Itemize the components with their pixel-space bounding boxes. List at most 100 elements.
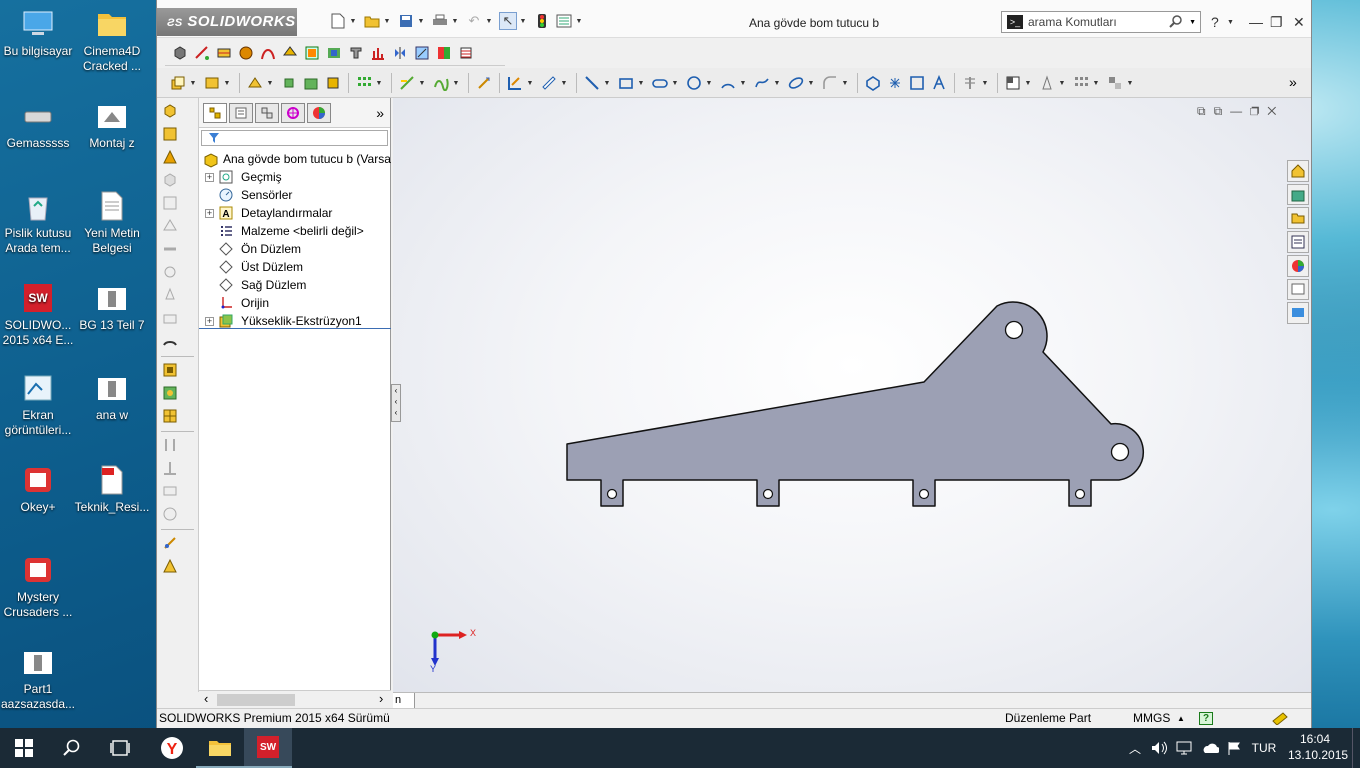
- chevron-down-icon[interactable]: ▼: [1058, 80, 1066, 87]
- onedrive-icon[interactable]: [1198, 728, 1222, 768]
- appearance-icon[interactable]: [237, 44, 255, 62]
- property-manager-tab[interactable]: [229, 102, 253, 123]
- search-icon[interactable]: [1169, 14, 1185, 31]
- solidworks-forum-icon[interactable]: [1287, 302, 1309, 325]
- expand-icon[interactable]: +: [205, 209, 214, 218]
- perspective-icon[interactable]: [162, 218, 180, 236]
- insert-part-icon[interactable]: [162, 437, 180, 455]
- render-icon[interactable]: [162, 535, 180, 553]
- linear-sketch-pattern-icon[interactable]: [1072, 74, 1090, 92]
- tab-hole[interactable]: [606, 488, 618, 500]
- panel-splitter-handle[interactable]: ‹ ‹ ‹: [391, 384, 401, 422]
- hidden-lines-icon[interactable]: [162, 172, 180, 190]
- viewport-window-controls[interactable]: ⧉⧉—❐✕: [1197, 104, 1284, 119]
- view-palette-icon[interactable]: [1287, 231, 1309, 253]
- sweep-icon[interactable]: [246, 74, 264, 92]
- tree-root[interactable]: Ana gövde bom tutucu b (Varsa: [199, 150, 391, 168]
- graphics-area[interactable]: X Y: [393, 98, 1311, 692]
- chevron-down-icon[interactable]: ▼: [739, 80, 747, 87]
- design-library-icon[interactable]: [1287, 183, 1309, 206]
- sketch-text-a-icon[interactable]: [930, 74, 948, 92]
- section-icon[interactable]: [162, 241, 180, 259]
- wireframe-icon[interactable]: [162, 195, 180, 213]
- chevron-down-icon[interactable]: ▼: [575, 18, 583, 25]
- network-icon[interactable]: [1172, 728, 1196, 768]
- tree-filter-input[interactable]: [201, 130, 388, 146]
- upper-hole[interactable]: [1004, 320, 1024, 340]
- save-icon[interactable]: [397, 12, 415, 30]
- start-button[interactable]: [0, 728, 48, 768]
- scroll-left-icon[interactable]: ‹: [204, 691, 208, 706]
- view-orientation-icon[interactable]: [171, 44, 189, 62]
- view-icon[interactable]: [162, 103, 180, 121]
- desktop-icon[interactable]: Mystery Crusaders ...: [0, 554, 76, 620]
- select-pointer-icon[interactable]: ↖: [499, 12, 517, 30]
- camera-icon[interactable]: [162, 310, 180, 328]
- extrude-boss-icon[interactable]: [169, 74, 187, 92]
- symmetry-icon[interactable]: [391, 44, 409, 62]
- right-hole[interactable]: [1110, 442, 1130, 462]
- help-icon[interactable]: ?: [1211, 14, 1219, 30]
- configuration-manager-tab[interactable]: [255, 102, 279, 123]
- part-body[interactable]: [566, 301, 1144, 507]
- zebra-icon[interactable]: [457, 44, 475, 62]
- arc-icon[interactable]: [719, 74, 737, 92]
- new-document-icon[interactable]: [329, 12, 347, 30]
- chevron-down-icon[interactable]: ▼: [485, 18, 493, 25]
- part-model[interactable]: [566, 301, 1144, 507]
- explode-icon[interactable]: [162, 506, 180, 524]
- scroll-right-icon[interactable]: ›: [379, 691, 383, 706]
- custom-properties-icon[interactable]: [1287, 278, 1309, 301]
- chevron-down-icon[interactable]: ▼: [1189, 19, 1196, 26]
- tab-hole[interactable]: [918, 488, 930, 500]
- tree-horizontal-scrollbar[interactable]: ‹ ›: [199, 690, 391, 708]
- undo-icon[interactable]: ↶: [465, 12, 483, 30]
- instant3d-icon[interactable]: [475, 74, 493, 92]
- chevron-down-icon[interactable]: ▼: [1227, 19, 1234, 26]
- desktop-icon[interactable]: SW SOLIDWO... 2015 x64 E...: [0, 282, 76, 348]
- chevron-down-icon[interactable]: ▼: [841, 80, 849, 87]
- shaded-icon[interactable]: [162, 149, 180, 167]
- curvature-icon[interactable]: [259, 44, 277, 62]
- help-status-icon[interactable]: ?: [1199, 712, 1213, 725]
- desktop-icon[interactable]: Pislik kutusu Arada tem...: [0, 190, 76, 256]
- chevron-down-icon[interactable]: ▼: [705, 80, 713, 87]
- desktop-icon[interactable]: Montaj z: [74, 100, 150, 151]
- chevron-up-icon[interactable]: ︿: [1124, 728, 1146, 768]
- chevron-down-icon[interactable]: ▼: [223, 80, 231, 87]
- desktop-icon[interactable]: Bu bilgisayar: [0, 8, 76, 59]
- measure-icon[interactable]: [193, 44, 211, 62]
- tree-item[interactable]: + A Detaylandırmalar: [199, 204, 390, 222]
- rib-icon[interactable]: [398, 74, 416, 92]
- expand-icon[interactable]: +: [205, 317, 214, 326]
- chevron-down-icon[interactable]: ▼: [452, 80, 460, 87]
- desktop-icon[interactable]: Cinema4D Cracked ...: [74, 8, 150, 74]
- chevron-down-icon[interactable]: ▼: [981, 80, 989, 87]
- revolve-boss-icon[interactable]: [162, 385, 180, 403]
- smart-dimension-icon[interactable]: [540, 74, 558, 92]
- chevron-down-icon[interactable]: ▼: [451, 18, 459, 25]
- rectangle-icon[interactable]: [617, 74, 635, 92]
- yandex-browser-icon[interactable]: Y: [148, 728, 196, 768]
- display-manager-tab[interactable]: [307, 102, 331, 123]
- search-icon[interactable]: [48, 728, 96, 768]
- pattern-icon[interactable]: [162, 408, 180, 426]
- language-indicator[interactable]: TUR: [1248, 728, 1280, 768]
- sketch-fillet-icon[interactable]: [821, 74, 839, 92]
- volume-icon[interactable]: [1148, 728, 1170, 768]
- ellipse-icon[interactable]: [787, 74, 805, 92]
- tree-item[interactable]: Ön Düzlem: [199, 240, 390, 258]
- chevron-down-icon[interactable]: ▼: [773, 80, 781, 87]
- tree-item[interactable]: Üst Düzlem: [199, 258, 390, 276]
- convert-entities-icon[interactable]: [1004, 74, 1022, 92]
- chevron-down-icon[interactable]: ▼: [526, 80, 534, 87]
- interference-icon[interactable]: [413, 44, 431, 62]
- sketch-icon[interactable]: [506, 74, 524, 92]
- chart-icon[interactable]: [369, 44, 387, 62]
- restore-button[interactable]: ❐: [1270, 14, 1283, 31]
- home-icon[interactable]: [1287, 160, 1309, 182]
- point-icon[interactable]: [886, 74, 904, 92]
- appearances-icon[interactable]: [1287, 254, 1309, 277]
- tree-item[interactable]: + Geçmiş: [199, 168, 390, 186]
- mate-icon[interactable]: [162, 460, 180, 478]
